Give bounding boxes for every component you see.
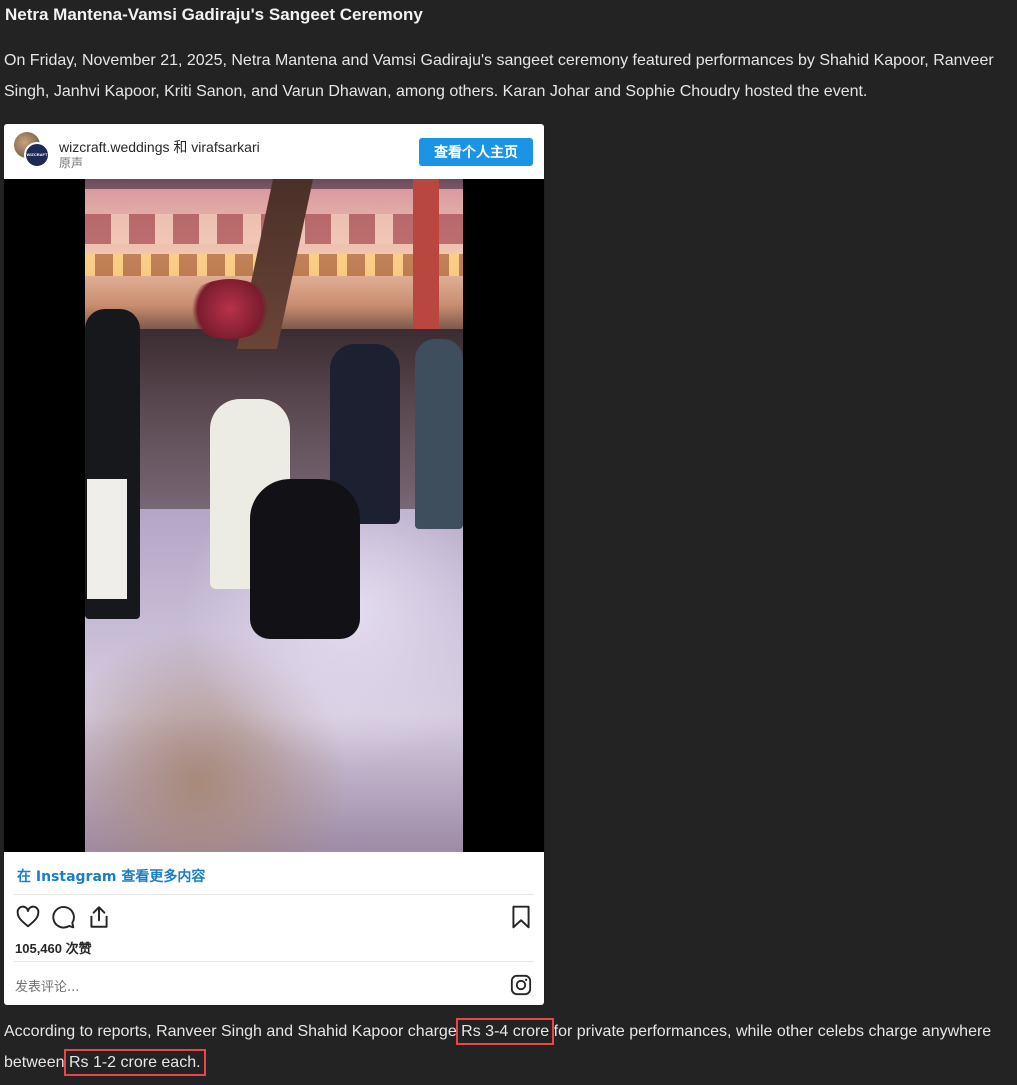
comment-input[interactable] <box>15 975 475 999</box>
highlight-performance-fee: Rs 3-4 crore <box>456 1018 555 1045</box>
article-intro: On Friday, November 21, 2025, Netra Mant… <box>4 52 994 100</box>
instagram-icon[interactable] <box>510 974 532 996</box>
highlight-other-fee: Rs 1-2 crore each. <box>63 1049 206 1076</box>
bookmark-icon[interactable] <box>508 904 534 930</box>
view-profile-button[interactable]: 查看个人主页 <box>419 138 533 166</box>
video-scene-person <box>250 479 360 639</box>
embed-header: WIZCRAFT wizcraft.weddings 和 virafsarkar… <box>4 124 544 179</box>
video-player[interactable] <box>4 179 544 852</box>
video-scene-person <box>415 339 463 529</box>
share-icon[interactable] <box>86 904 112 930</box>
video-scene-person <box>87 479 127 599</box>
divider <box>14 894 534 895</box>
comment-row <box>4 969 544 1005</box>
article-headline: Netra Mantena-Vamsi Gadiraju's Sangeet C… <box>5 5 423 24</box>
likes-count[interactable]: 105,460 次赞 <box>15 938 92 957</box>
avatar-primary: WIZCRAFT <box>24 142 50 168</box>
audio-label[interactable]: 原声 <box>59 154 83 171</box>
video-frame[interactable] <box>85 179 463 852</box>
account-names[interactable]: wizcraft.weddings 和 virafsarkari <box>59 137 260 157</box>
heart-icon[interactable] <box>15 904 41 930</box>
article-body: According to reports, Ranveer Singh and … <box>4 1016 1009 1078</box>
instagram-embed: WIZCRAFT wizcraft.weddings 和 virafsarkar… <box>4 124 544 1005</box>
view-more-link[interactable]: 在 Instagram 查看更多内容 <box>17 866 205 886</box>
video-scene-pillar <box>413 179 439 349</box>
action-bar <box>4 902 544 932</box>
divider <box>14 961 534 962</box>
comment-icon[interactable] <box>50 904 76 930</box>
avatar[interactable]: WIZCRAFT <box>14 132 50 168</box>
body-text-start: According to reports, Ranveer Singh and … <box>4 1023 462 1040</box>
video-scene-flowers <box>185 279 275 339</box>
